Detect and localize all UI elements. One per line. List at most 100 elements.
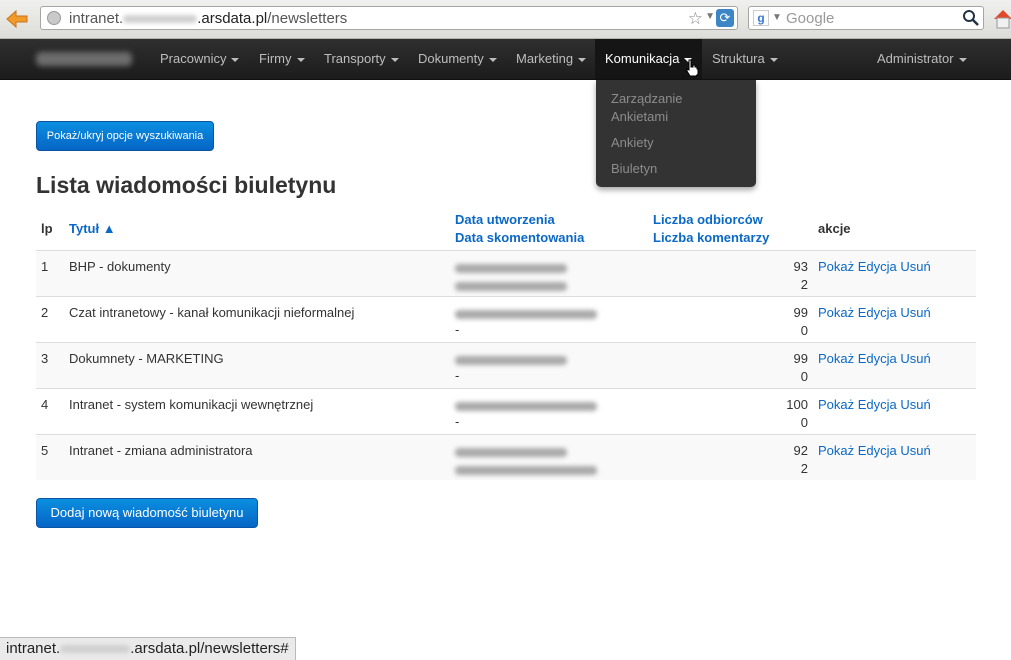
toggle-search-options-button[interactable]: Pokaż/ukryj opcje wyszukiwania — [36, 121, 214, 151]
cell-date-commented: - — [455, 322, 460, 337]
edit-link[interactable]: Edycja — [858, 397, 897, 412]
delete-link[interactable]: Usuń — [900, 351, 930, 366]
show-link[interactable]: Pokaż — [818, 259, 854, 274]
menu-item-ankiety[interactable]: Ankiety — [611, 134, 654, 152]
cell-lp: 3 — [41, 351, 49, 366]
show-link[interactable]: Pokaż — [818, 397, 854, 412]
header-date-commented-sort[interactable]: Data skomentowania — [455, 229, 584, 247]
edit-link[interactable]: Edycja — [858, 443, 897, 458]
table-row: 3 Dokumnety - MARKETING - 99 0 Pokaż Edy… — [36, 342, 976, 388]
table-row: 4 Intranet - system komunikacji wewnętrz… — [36, 388, 976, 434]
cell-comments: 0 — [800, 323, 808, 338]
delete-link[interactable]: Usuń — [900, 259, 930, 274]
cell-comments: 0 — [800, 415, 808, 430]
nav-pracownicy[interactable]: Pracownicy — [160, 39, 240, 79]
page-title: Lista wiadomości biuletynu — [36, 172, 337, 198]
cell-lp: 4 — [41, 397, 49, 412]
table-row: 5 Intranet - zmiana administratora 92 2 … — [36, 434, 976, 480]
cell-date-commented — [455, 279, 567, 294]
caret-down-icon — [231, 57, 240, 62]
delete-link[interactable]: Usuń — [900, 305, 930, 320]
nav-dokumenty[interactable]: Dokumenty — [418, 39, 497, 79]
cell-date-created — [455, 445, 567, 460]
show-link[interactable]: Pokaż — [818, 443, 854, 458]
header-lp: lp — [41, 221, 53, 236]
table-row: 2 Czat intranetowy - kanał komunikacji n… — [36, 296, 976, 342]
menu-item-zarzadzanie-ankietami[interactable]: Zarządzanie Ankietami — [611, 90, 683, 126]
home-icon[interactable] — [992, 8, 1011, 30]
table-row: 1 BHP - dokumenty 93 2 Pokaż Edycja Usuń — [36, 250, 976, 296]
edit-link[interactable]: Edycja — [858, 305, 897, 320]
caret-down-icon — [769, 57, 778, 62]
cell-date-commented — [455, 463, 597, 478]
cell-recipients: 92 — [793, 443, 808, 458]
search-engine-dropdown-icon[interactable]: ▼ — [772, 12, 782, 23]
address-bar[interactable]: intranet. .arsdata.pl/newsletters ☆ ▼ ⟳ — [40, 6, 738, 30]
nav-marketing[interactable]: Marketing — [516, 39, 587, 79]
cell-title: Dokumnety - MARKETING — [69, 351, 224, 366]
caret-down-icon — [488, 57, 497, 62]
cell-comments: 0 — [800, 369, 808, 384]
caret-down-icon — [578, 57, 587, 62]
cell-comments: 2 — [800, 277, 808, 292]
show-link[interactable]: Pokaż — [818, 351, 854, 366]
cell-recipients: 99 — [793, 351, 808, 366]
redacted-subdomain — [60, 645, 131, 654]
cell-actions: Pokaż Edycja Usuń — [818, 259, 931, 274]
address-text[interactable]: intranet. .arsdata.pl/newsletters — [69, 10, 347, 27]
delete-link[interactable]: Usuń — [900, 397, 930, 412]
hand-cursor-icon — [686, 59, 699, 77]
header-recipients-sort[interactable]: Liczba odbiorców — [653, 211, 763, 229]
cell-actions: Pokaż Edycja Usuń — [818, 305, 931, 320]
nav-administrator[interactable]: Administrator — [877, 39, 967, 79]
cell-date-commented: - — [455, 414, 460, 429]
cell-lp: 1 — [41, 259, 49, 274]
globe-icon — [47, 11, 61, 25]
header-title-sort[interactable]: Tytuł ▲ — [69, 220, 116, 238]
status-bar-url: intranet. .arsdata.pl/newsletters# — [0, 637, 296, 660]
edit-link[interactable]: Edycja — [858, 259, 897, 274]
cell-lp: 5 — [41, 443, 49, 458]
nav-transporty[interactable]: Transporty — [324, 39, 399, 79]
search-icon[interactable] — [961, 9, 981, 27]
top-navbar: Pracownicy Firmy Transporty Dokumenty Ma… — [0, 39, 1011, 80]
browser-toolbar: intranet. .arsdata.pl/newsletters ☆ ▼ ⟳ g… — [0, 0, 1011, 39]
nav-struktura[interactable]: Struktura — [712, 39, 778, 79]
cell-title: Intranet - system komunikacji wewnętrzne… — [69, 397, 314, 412]
cell-date-commented: - — [455, 368, 460, 383]
cell-recipients: 99 — [793, 305, 808, 320]
history-dropdown-icon[interactable]: ▼ — [705, 11, 715, 22]
caret-down-icon — [296, 57, 305, 62]
cell-title: Intranet - zmiana administratora — [69, 443, 253, 458]
nav-firmy[interactable]: Firmy — [259, 39, 305, 79]
add-newsletter-button[interactable]: Dodaj nową wiadomość biuletynu — [36, 498, 258, 528]
cell-lp: 2 — [41, 305, 49, 320]
redacted-subdomain — [123, 15, 198, 24]
cell-title: Czat intranetowy - kanał komunikacji nie… — [69, 305, 355, 320]
search-bar[interactable]: g ▼ Google — [748, 6, 984, 30]
bookmark-star-icon[interactable]: ☆ — [688, 9, 703, 29]
caret-down-icon — [958, 57, 967, 62]
header-actions: akcje — [818, 221, 851, 236]
cell-recipients: 100 — [786, 397, 808, 412]
komunikacja-dropdown-menu: Zarządzanie Ankietami Ankiety Biuletyn — [596, 80, 756, 187]
show-link[interactable]: Pokaż — [818, 305, 854, 320]
header-date-created-sort[interactable]: Data utworzenia — [455, 211, 555, 229]
brand-logo[interactable] — [36, 52, 132, 66]
back-arrow-icon[interactable] — [4, 7, 30, 31]
header-comments-sort[interactable]: Liczba komentarzy — [653, 229, 769, 247]
cell-actions: Pokaż Edycja Usuń — [818, 443, 931, 458]
cell-date-created — [455, 353, 567, 368]
reload-icon[interactable]: ⟳ — [716, 9, 734, 27]
cell-date-created — [455, 399, 597, 414]
google-engine-icon[interactable]: g — [753, 10, 769, 26]
edit-link[interactable]: Edycja — [858, 351, 897, 366]
cell-date-created — [455, 261, 567, 276]
caret-down-icon — [390, 57, 399, 62]
cell-comments: 2 — [800, 461, 808, 476]
cell-recipients: 93 — [793, 259, 808, 274]
cell-actions: Pokaż Edycja Usuń — [818, 351, 931, 366]
menu-item-biuletyn[interactable]: Biuletyn — [611, 160, 657, 178]
search-placeholder: Google — [786, 10, 835, 27]
delete-link[interactable]: Usuń — [900, 443, 930, 458]
